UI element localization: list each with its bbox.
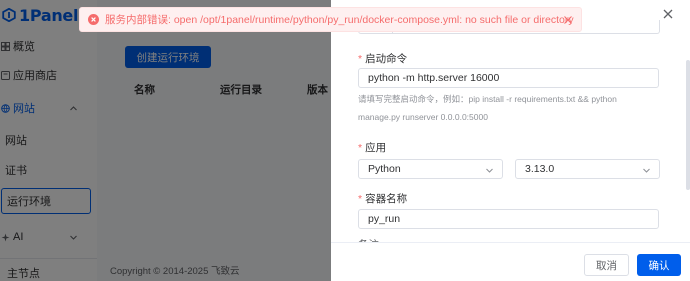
- error-message-toast: 服务内部错误: open /opt/1panel/runtime/python/…: [79, 7, 582, 32]
- start-command-label: * 启动命令: [358, 53, 408, 65]
- cancel-button[interactable]: 取消: [584, 254, 629, 276]
- confirm-button[interactable]: 确认: [637, 254, 681, 276]
- error-circle-icon: [88, 14, 99, 25]
- required-asterisk: *: [358, 193, 363, 205]
- close-icon[interactable]: [662, 8, 674, 20]
- container-name-input[interactable]: py_run: [358, 209, 659, 229]
- required-asterisk: *: [358, 53, 363, 65]
- error-message-text: 服务内部错误: open /opt/1panel/runtime/python/…: [105, 14, 574, 26]
- required-asterisk: *: [358, 142, 363, 154]
- close-icon[interactable]: [563, 15, 573, 25]
- app-select[interactable]: Python: [358, 159, 503, 179]
- drawer-scrollbar[interactable]: [686, 60, 690, 190]
- start-command-input[interactable]: python -m http.server 16000: [358, 68, 659, 88]
- app-version-select[interactable]: 3.13.0: [515, 159, 660, 179]
- start-command-hint-example: manage.py runserver 0.0.0.0:5000: [358, 112, 488, 122]
- app-label: * 应用: [358, 142, 387, 154]
- create-runtime-drawer: * 启动命令 python -m http.server 16000 请填写完整启…: [331, 0, 690, 281]
- chevron-down-icon: [486, 168, 493, 173]
- chevron-down-icon: [643, 168, 650, 173]
- container-name-label: * 容器名称: [358, 193, 408, 205]
- drawer-footer: 取消 确认: [331, 242, 690, 281]
